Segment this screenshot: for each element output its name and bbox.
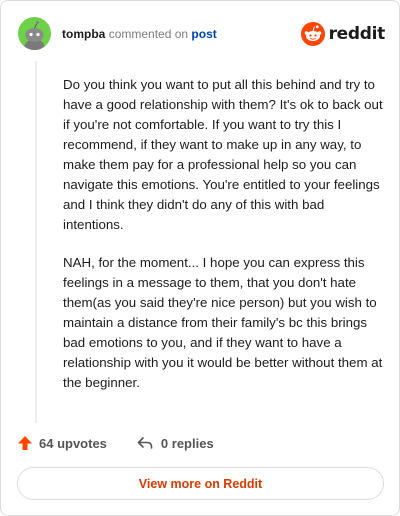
action-text: commented on — [108, 27, 189, 41]
reply-count: 0 replies — [160, 435, 214, 451]
upvote-button[interactable]: 64 upvotes — [17, 435, 107, 451]
reddit-logo-icon — [300, 22, 325, 46]
reply-button[interactable]: 0 replies — [137, 436, 214, 451]
username-link[interactable]: tompba — [62, 27, 105, 41]
comment-footer: 64 upvotes 0 replies — [17, 431, 377, 455]
reply-arrow-icon — [137, 437, 153, 449]
comment-header: tompba commented on post reddit — [18, 17, 385, 53]
comment-body: Do you think you want to put all this be… — [35, 61, 385, 423]
embedded-comment-card: tompba commented on post reddit Do you t… — [0, 0, 400, 516]
reddit-logo[interactable]: reddit — [300, 21, 386, 47]
upvote-arrow-icon — [18, 436, 32, 450]
comment-paragraph: NAH, for the moment... I hope you can ex… — [63, 255, 383, 390]
reddit-logo-text: reddit — [328, 24, 386, 44]
post-link[interactable]: post — [191, 27, 216, 41]
comment-paragraph: Do you think you want to put all this be… — [63, 77, 383, 232]
comment-byline: tompba commented on post — [62, 26, 217, 42]
view-more-button[interactable]: View more on Reddit — [17, 467, 384, 500]
user-avatar-icon[interactable] — [18, 17, 51, 50]
upvote-count: 64 upvotes — [39, 435, 107, 451]
